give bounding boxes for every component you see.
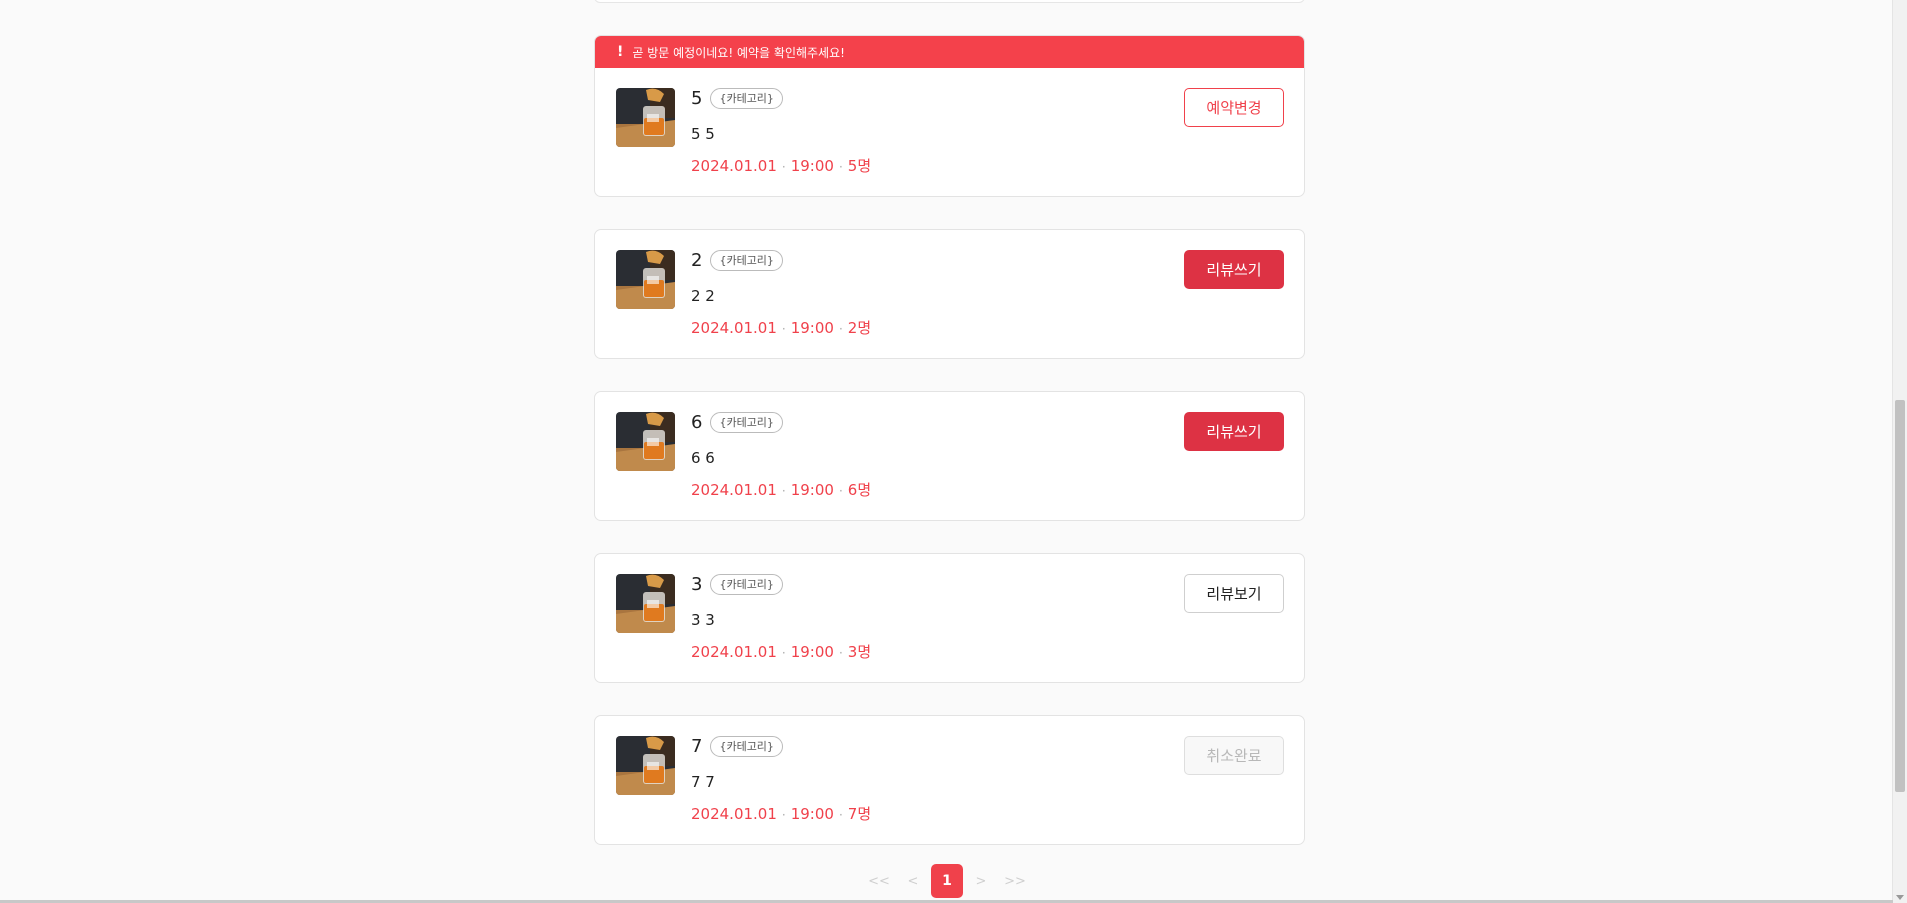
restaurant-name[interactable]: 3 [691,574,702,595]
previous-card-edge [594,0,1305,3]
reservation-people: 3명 [847,643,872,661]
separator-dot: · [781,808,786,822]
reservation-date: 2024.01.01 [691,319,777,337]
title-row: 3 {카테고리} [691,574,783,595]
reservation-date: 2024.01.01 [691,481,777,499]
reservation-meta: 2024.01.01 · 19:00 · 7명 [691,803,871,824]
page-number-current[interactable]: 1 [931,864,963,898]
separator-dot: · [838,484,843,498]
reservation-time: 19:00 [790,319,834,337]
separator-dot: · [838,646,843,660]
category-badge: {카테고리} [710,736,783,757]
reservation-date: 2024.01.01 [691,157,777,175]
reservation-date: 2024.01.01 [691,643,777,661]
reservation-people: 2명 [847,319,872,337]
write-review-button[interactable]: 리뷰쓰기 [1184,250,1284,289]
vertical-scrollbar[interactable] [1892,0,1907,903]
reservation-card: 6 {카테고리} 6 6 2024.01.01 · 19:00 · 6명 리뷰쓰기 [594,391,1305,521]
category-badge: {카테고리} [710,88,783,109]
restaurant-description: 7 7 [691,773,715,791]
card-body: 2 {카테고리} 2 2 2024.01.01 · 19:00 · 2명 리뷰쓰기 [595,230,1304,358]
separator-dot: · [781,160,786,174]
reservation-people: 7명 [847,805,872,823]
restaurant-description: 2 2 [691,287,715,305]
change-reservation-button[interactable]: 예약변경 [1184,88,1284,127]
restaurant-thumbnail[interactable] [616,88,675,147]
card-body: 6 {카테고리} 6 6 2024.01.01 · 19:00 · 6명 리뷰쓰기 [595,392,1304,520]
reservation-people: 5명 [847,157,872,175]
pagination: << < 1 > >> [862,864,1032,898]
reservation-time: 19:00 [790,157,834,175]
first-page-button[interactable]: << [863,864,895,898]
restaurant-name[interactable]: 6 [691,412,702,433]
separator-dot: · [838,160,843,174]
restaurant-thumbnail[interactable] [616,736,675,795]
restaurant-name[interactable]: 2 [691,250,702,271]
reservation-meta: 2024.01.01 · 19:00 · 3명 [691,641,871,662]
restaurant-thumbnail[interactable] [616,412,675,471]
title-row: 2 {카테고리} [691,250,783,271]
category-badge: {카테고리} [710,412,783,433]
reservation-card: ! 곧 방문 예정이네요! 예약을 확인해주세요! 5 {카테고리} 5 5 2… [594,35,1305,197]
separator-dot: · [838,322,843,336]
view-review-button[interactable]: 리뷰보기 [1184,574,1284,613]
restaurant-thumbnail[interactable] [616,574,675,633]
card-body: 3 {카테고리} 3 3 2024.01.01 · 19:00 · 3명 리뷰보기 [595,554,1304,682]
reservation-meta: 2024.01.01 · 19:00 · 6명 [691,479,871,500]
reservation-card: 7 {카테고리} 7 7 2024.01.01 · 19:00 · 7명 취소완료 [594,715,1305,845]
exclamation-icon: ! [617,44,624,60]
card-body: 7 {카테고리} 7 7 2024.01.01 · 19:00 · 7명 취소완료 [595,716,1304,844]
separator-dot: · [838,808,843,822]
reservation-time: 19:00 [790,481,834,499]
separator-dot: · [781,322,786,336]
restaurant-thumbnail[interactable] [616,250,675,309]
reservation-time: 19:00 [790,643,834,661]
reservation-people: 6명 [847,481,872,499]
title-row: 6 {카테고리} [691,412,783,433]
reservation-meta: 2024.01.01 · 19:00 · 2명 [691,317,871,338]
card-body: 5 {카테고리} 5 5 2024.01.01 · 19:00 · 5명 예약변경 [595,68,1304,196]
separator-dot: · [781,646,786,660]
prev-page-button[interactable]: < [897,864,929,898]
restaurant-name[interactable]: 5 [691,88,702,109]
restaurant-name[interactable]: 7 [691,736,702,757]
reservation-date: 2024.01.01 [691,805,777,823]
scroll-down-arrow-icon[interactable] [1896,895,1904,900]
reservation-card: 2 {카테고리} 2 2 2024.01.01 · 19:00 · 2명 리뷰쓰기 [594,229,1305,359]
restaurant-description: 6 6 [691,449,715,467]
next-page-button[interactable]: > [965,864,997,898]
category-badge: {카테고리} [710,574,783,595]
scrollbar-thumb[interactable] [1895,400,1905,792]
alert-text: 곧 방문 예정이네요! 예약을 확인해주세요! [632,45,845,60]
restaurant-description: 3 3 [691,611,715,629]
write-review-button[interactable]: 리뷰쓰기 [1184,412,1284,451]
title-row: 7 {카테고리} [691,736,783,757]
reservation-card: 3 {카테고리} 3 3 2024.01.01 · 19:00 · 3명 리뷰보기 [594,553,1305,683]
reservation-meta: 2024.01.01 · 19:00 · 5명 [691,155,871,176]
page: ! 곧 방문 예정이네요! 예약을 확인해주세요! 5 {카테고리} 5 5 2… [0,0,1907,903]
category-badge: {카테고리} [710,250,783,271]
cancelled-status-button: 취소완료 [1184,736,1284,775]
separator-dot: · [781,484,786,498]
last-page-button[interactable]: >> [999,864,1031,898]
upcoming-visit-alert: ! 곧 방문 예정이네요! 예약을 확인해주세요! [595,36,1304,68]
reservation-time: 19:00 [790,805,834,823]
restaurant-description: 5 5 [691,125,715,143]
title-row: 5 {카테고리} [691,88,783,109]
